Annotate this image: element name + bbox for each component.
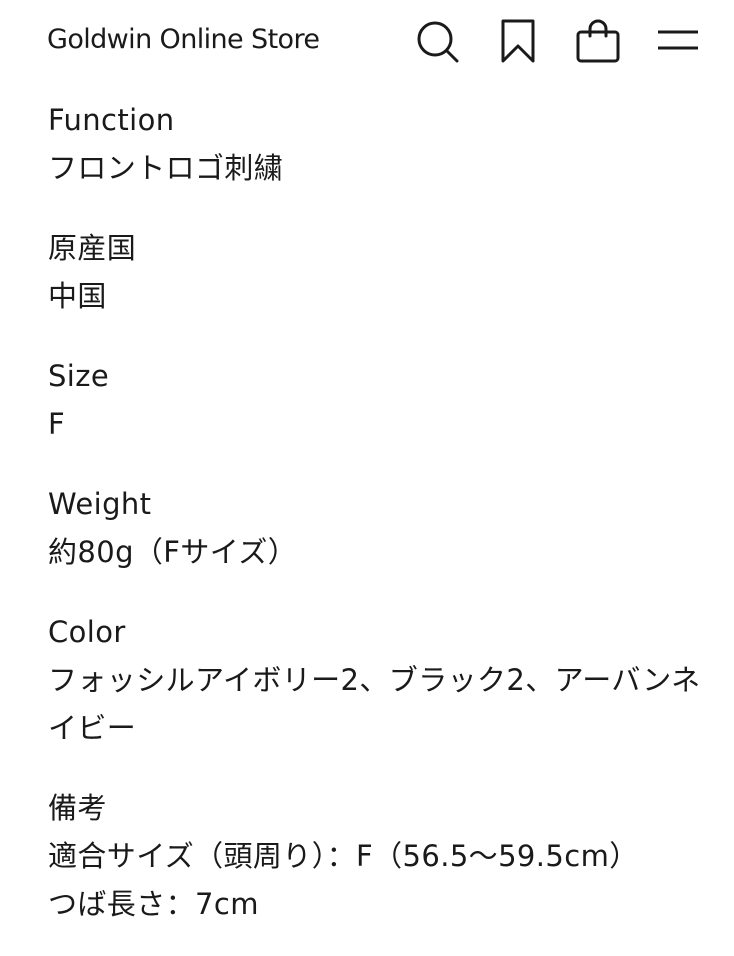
spec-label: Size — [48, 359, 110, 393]
spec-label: Weight — [48, 487, 152, 521]
spec-label: 備考 — [48, 791, 107, 825]
product-spec-list: Function フロントロゴ刺繍 原産国 中国 Size F Weight 約… — [48, 96, 708, 928]
spec-value: 適合サイズ（頭周り）：F（56.5〜59.5cm） つば長さ：7cm — [48, 839, 639, 921]
spec-value: 中国 — [48, 279, 107, 313]
bookmark-icon[interactable] — [498, 18, 538, 64]
spec-label: Color — [48, 615, 126, 649]
spec-value: フロントロゴ刺繍 — [48, 151, 284, 185]
spec-label: Function — [48, 103, 175, 137]
spec-notes: 備考 適合サイズ（頭周り）：F（56.5〜59.5cm） つば長さ：7cm — [48, 784, 708, 928]
spec-origin: 原産国 中国 — [48, 224, 708, 320]
menu-icon[interactable] — [654, 24, 702, 56]
spec-color: Color フォッシルアイボリー2、ブラック2、アーバンネイビー — [48, 608, 708, 752]
spec-value: フォッシルアイボリー2、ブラック2、アーバンネイビー — [48, 663, 701, 745]
top-header: Goldwin Online Store — [0, 0, 734, 86]
spec-label: 原産国 — [48, 231, 137, 265]
spec-function: Function フロントロゴ刺繍 — [48, 96, 708, 192]
spec-size: Size F — [48, 352, 708, 448]
spec-weight: Weight 約80g（Fサイズ） — [48, 480, 708, 576]
bag-icon[interactable] — [574, 19, 622, 65]
spec-value: F — [48, 407, 66, 441]
spec-value: 約80g（Fサイズ） — [48, 535, 298, 569]
search-icon[interactable] — [416, 19, 460, 63]
store-logo[interactable]: Goldwin Online Store — [47, 24, 320, 55]
